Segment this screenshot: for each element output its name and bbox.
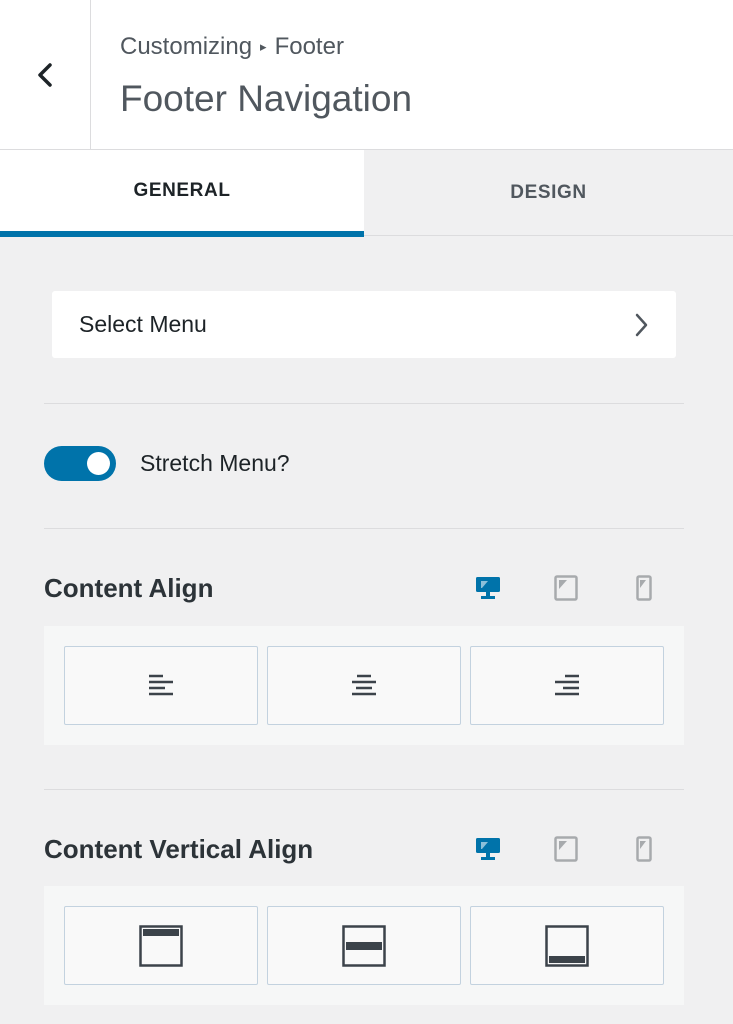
align-top-button[interactable] xyxy=(64,906,258,985)
divider xyxy=(44,403,684,404)
align-bottom-icon xyxy=(545,924,589,967)
desktop-device-button[interactable] xyxy=(473,573,503,603)
mobile-icon xyxy=(636,575,652,601)
toggle-knob xyxy=(87,452,110,475)
customizer-header: Customizing ▸ Footer Footer Navigation xyxy=(0,0,733,150)
mobile-icon xyxy=(636,836,652,862)
stretch-menu-toggle[interactable] xyxy=(44,446,116,481)
desktop-device-button[interactable] xyxy=(473,834,503,864)
tab-general[interactable]: GENERAL xyxy=(0,150,364,237)
stretch-menu-label: Stretch Menu? xyxy=(140,450,290,476)
content-align-title: Content Align xyxy=(44,573,214,603)
back-button[interactable] xyxy=(0,0,91,149)
breadcrumb-separator: ▸ xyxy=(260,39,267,54)
align-center-icon xyxy=(352,674,376,695)
align-left-button[interactable] xyxy=(64,646,258,725)
align-middle-icon xyxy=(342,924,386,967)
breadcrumb-parent: Customizing xyxy=(120,33,253,60)
divider xyxy=(44,789,684,790)
tablet-device-button[interactable] xyxy=(551,834,581,864)
breadcrumb-current: Footer xyxy=(274,33,344,60)
tablet-icon xyxy=(554,836,578,862)
divider xyxy=(44,528,684,529)
tablet-device-button[interactable] xyxy=(551,573,581,603)
align-middle-button[interactable] xyxy=(267,906,461,985)
align-bottom-button[interactable] xyxy=(470,906,664,985)
mobile-device-button[interactable] xyxy=(629,573,659,603)
desktop-icon xyxy=(476,577,500,599)
breadcrumb: Customizing ▸ Footer xyxy=(120,33,344,61)
align-right-icon xyxy=(555,674,579,695)
page-title: Footer Navigation xyxy=(120,78,413,119)
align-left-icon xyxy=(149,674,173,695)
tab-design[interactable]: DESIGN xyxy=(364,150,733,236)
content-align-button-group xyxy=(44,626,684,745)
chevron-right-icon xyxy=(635,313,648,337)
desktop-icon xyxy=(476,838,500,860)
mobile-device-button[interactable] xyxy=(629,834,659,864)
align-center-button[interactable] xyxy=(267,646,461,725)
content-vertical-align-title: Content Vertical Align xyxy=(44,834,314,864)
content-vertical-align-button-group xyxy=(44,886,684,1005)
select-menu-button[interactable]: Select Menu xyxy=(52,291,676,358)
align-right-button[interactable] xyxy=(470,646,664,725)
tab-bar: GENERAL DESIGN xyxy=(0,150,733,237)
align-top-icon xyxy=(139,924,183,967)
tablet-icon xyxy=(554,575,578,601)
chevron-left-icon xyxy=(38,62,52,87)
select-menu-label: Select Menu xyxy=(79,311,207,337)
